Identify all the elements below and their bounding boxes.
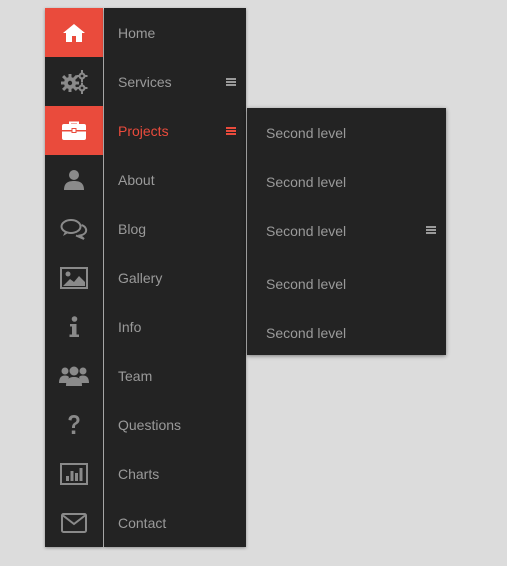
picture-icon: [60, 266, 88, 289]
home-icon: [63, 23, 85, 42]
rail-item-team[interactable]: [45, 351, 103, 400]
envelope-icon: [61, 512, 87, 533]
menu-item-label: Projects: [118, 122, 169, 139]
menu-item-label: Home: [118, 24, 156, 41]
menu-item-label: Gallery: [118, 269, 163, 286]
chat-bubbles-icon: [60, 218, 88, 240]
menu-item-home[interactable]: Home: [104, 8, 246, 57]
menu-item-services[interactable]: Services: [104, 57, 246, 106]
rail-item-home[interactable]: [45, 8, 103, 57]
menu-item-label: Contact: [118, 514, 167, 531]
menu-item-charts[interactable]: Charts: [104, 449, 246, 498]
submenu-item[interactable]: Second level: [247, 308, 446, 357]
submenu-indicator-icon: [226, 127, 236, 135]
submenu-item[interactable]: Second level: [247, 157, 446, 206]
menu-item-label: Charts: [118, 465, 160, 482]
menu-item-gallery[interactable]: Gallery: [104, 253, 246, 302]
bar-chart-icon: [60, 462, 88, 485]
group-icon: [59, 366, 89, 386]
menu-item-contact[interactable]: Contact: [104, 498, 246, 547]
rail-item-questions[interactable]: [45, 400, 103, 449]
menu-item-label: Blog: [118, 220, 147, 237]
submenu-item[interactable]: Second level: [247, 259, 446, 308]
rail-item-projects[interactable]: [45, 106, 103, 155]
question-icon: [68, 414, 80, 434]
rail-item-charts[interactable]: [45, 449, 103, 498]
submenu-indicator-icon: [426, 226, 436, 234]
submenu-item-label: Second level: [266, 324, 347, 341]
menu-item-label: Info: [118, 318, 142, 335]
menu-item-questions[interactable]: Questions: [104, 400, 246, 449]
menu-item-label: About: [118, 171, 155, 188]
submenu-item-label: Second level: [266, 222, 347, 239]
rail-item-contact[interactable]: [45, 498, 103, 547]
menu-item-projects[interactable]: Projects: [104, 106, 246, 155]
menu-item-about[interactable]: About: [104, 155, 246, 204]
menu-item-label: Services: [118, 73, 172, 90]
info-icon: [69, 315, 79, 337]
menu-item-blog[interactable]: Blog: [104, 204, 246, 253]
menu-item-label: Team: [118, 367, 153, 384]
rail-item-info[interactable]: [45, 302, 103, 351]
submenu-item-label: Second level: [266, 124, 347, 141]
rail-item-services[interactable]: [45, 57, 103, 106]
rail-item-blog[interactable]: [45, 204, 103, 253]
submenu-indicator-icon: [226, 78, 236, 86]
main-menu: Home Services Projects About Blog Galler…: [104, 8, 246, 547]
icon-rail: [45, 8, 103, 547]
rail-item-gallery[interactable]: [45, 253, 103, 302]
menu-item-team[interactable]: Team: [104, 351, 246, 400]
gears-icon: [61, 69, 88, 94]
rail-item-about[interactable]: [45, 155, 103, 204]
briefcase-icon: [62, 121, 86, 140]
submenu-item[interactable]: Second level: [247, 206, 446, 255]
menu-item-label: Questions: [118, 416, 182, 433]
submenu-item[interactable]: Second level: [247, 108, 446, 157]
submenu-item-label: Second level: [266, 173, 347, 190]
menu-item-info[interactable]: Info: [104, 302, 246, 351]
projects-submenu: Second level Second level Second level S…: [247, 108, 446, 355]
submenu-item-label: Second level: [266, 275, 347, 292]
user-icon: [64, 169, 84, 190]
